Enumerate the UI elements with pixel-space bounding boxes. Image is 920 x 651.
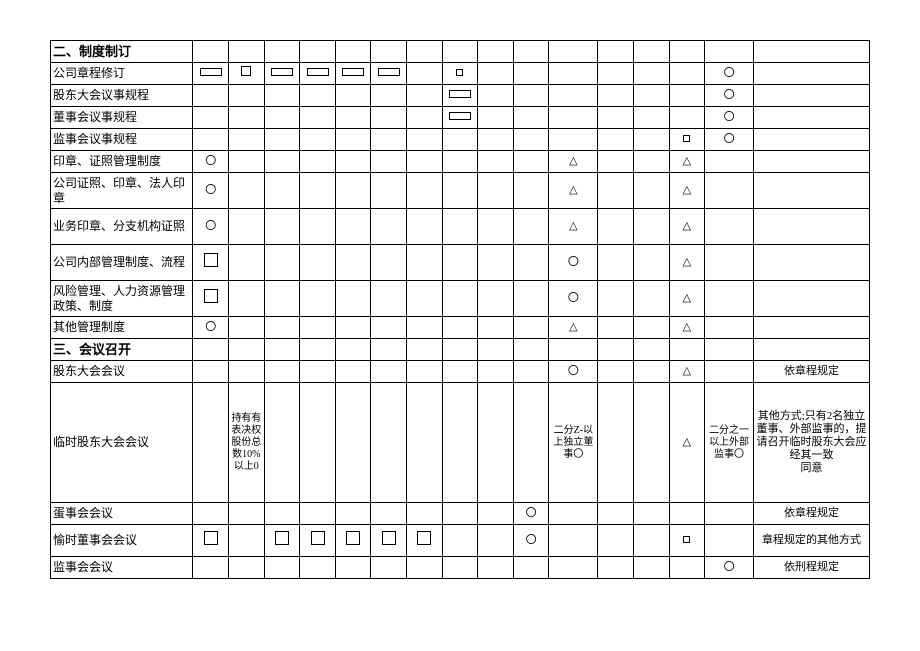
cell-mark bbox=[300, 63, 336, 85]
cell-mark: 〇 bbox=[193, 317, 229, 339]
row-label: 业务印章、分支机构证照 bbox=[51, 209, 193, 245]
cell-mark bbox=[406, 525, 442, 557]
row-label: 监事会议事规程 bbox=[51, 129, 193, 151]
cell-mark bbox=[669, 129, 705, 151]
table-row: 风险管理、人力资源管理政策、制度 〇 △ bbox=[51, 281, 870, 317]
cell-mark: △ bbox=[669, 209, 705, 245]
row-label: 愉时董事会会议 bbox=[51, 525, 193, 557]
cell-mark: 〇 bbox=[705, 557, 754, 579]
cell-mark bbox=[442, 107, 478, 129]
cell-mark bbox=[371, 525, 407, 557]
table-row: 业务印章、分支机构证照 〇 △ △ bbox=[51, 209, 870, 245]
cell-mark: 〇 bbox=[193, 151, 229, 173]
section-3-header: 三、会议召开 bbox=[51, 339, 193, 361]
row-label: 其他管理制度 bbox=[51, 317, 193, 339]
cell-mark: 〇 bbox=[705, 63, 754, 85]
cell-text: 二分之一以上外部监事〇 bbox=[705, 383, 754, 503]
table-row: 愉时董事会会议 〇 章程规定的其他方式 bbox=[51, 525, 870, 557]
cell-mark bbox=[193, 525, 229, 557]
section-row: 三、会议召开 bbox=[51, 339, 870, 361]
cell-mark: 〇 bbox=[549, 245, 598, 281]
row-label: 临时股东大会会议 bbox=[51, 383, 193, 503]
row-label: 公司证照、印章、法人印章 bbox=[51, 173, 193, 209]
cell-mark: △ bbox=[669, 383, 705, 503]
cell-mark: 〇 bbox=[549, 361, 598, 383]
row-label: 股东大会会议 bbox=[51, 361, 193, 383]
table-row: 公司证照、印章、法人印章 〇 △ △ bbox=[51, 173, 870, 209]
table-row: 监事会议事规程 〇 bbox=[51, 129, 870, 151]
cell-mark bbox=[264, 63, 300, 85]
cell-mark: 〇 bbox=[193, 173, 229, 209]
table-row: 临时股东大会会议 持有有表决权股份总数10%以上0 二分Z-以上独立董事〇 △ … bbox=[51, 383, 870, 503]
cell-mark: △ bbox=[669, 245, 705, 281]
table-row: 股东大会会议 〇 △ 依章程规定 bbox=[51, 361, 870, 383]
table-row: 董事会议事规程 〇 bbox=[51, 107, 870, 129]
cell-mark: △ bbox=[549, 209, 598, 245]
cell-mark bbox=[442, 63, 478, 85]
table-row: 蛋事会会议 〇 依章程规定 bbox=[51, 503, 870, 525]
table-row: 公司章程修订 〇 bbox=[51, 63, 870, 85]
cell-mark bbox=[229, 63, 265, 85]
cell-mark: △ bbox=[549, 317, 598, 339]
cell-mark bbox=[335, 525, 371, 557]
row-label: 风险管理、人力资源管理政策、制度 bbox=[51, 281, 193, 317]
cell-mark: △ bbox=[669, 173, 705, 209]
cell-mark bbox=[669, 525, 705, 557]
table-row: 印章、证照管理制度 〇 △ △ bbox=[51, 151, 870, 173]
section-row: 二、制度制订 bbox=[51, 41, 870, 63]
cell-mark bbox=[335, 63, 371, 85]
cell-text: 持有有表决权股份总数10%以上0 bbox=[229, 383, 265, 503]
cell-mark: 〇 bbox=[705, 129, 754, 151]
row-notes: 其他方式;只有2名独立董事、外部监事的，提请召开临时股东大会应经其一致 同意 bbox=[754, 383, 870, 503]
cell-mark bbox=[193, 245, 229, 281]
cell-mark: 〇 bbox=[513, 503, 549, 525]
row-notes: 章程规定的其他方式 bbox=[754, 525, 870, 557]
row-notes: 依刑程规定 bbox=[754, 557, 870, 579]
row-label: 公司内部管理制度、流程 bbox=[51, 245, 193, 281]
cell-mark: △ bbox=[669, 281, 705, 317]
cell-mark: △ bbox=[549, 173, 598, 209]
cell-mark bbox=[300, 525, 336, 557]
row-notes: 依章程规定 bbox=[754, 503, 870, 525]
section-2-header: 二、制度制订 bbox=[51, 41, 193, 63]
cell-mark: 〇 bbox=[705, 107, 754, 129]
row-label: 股东大会议事规程 bbox=[51, 85, 193, 107]
cell-mark bbox=[193, 281, 229, 317]
cell-mark: 〇 bbox=[705, 85, 754, 107]
cell-mark: 〇 bbox=[513, 525, 549, 557]
cell-mark: 〇 bbox=[549, 281, 598, 317]
row-label: 董事会议事规程 bbox=[51, 107, 193, 129]
row-label: 印章、证照管理制度 bbox=[51, 151, 193, 173]
cell-mark bbox=[371, 63, 407, 85]
cell-mark: △ bbox=[549, 151, 598, 173]
row-label: 蛋事会会议 bbox=[51, 503, 193, 525]
row-label: 公司章程修订 bbox=[51, 63, 193, 85]
table-row: 监事会会议 〇 依刑程规定 bbox=[51, 557, 870, 579]
cell-mark bbox=[264, 525, 300, 557]
cell-mark bbox=[442, 85, 478, 107]
cell-mark: △ bbox=[669, 317, 705, 339]
cell-mark: 〇 bbox=[193, 209, 229, 245]
cell-mark: △ bbox=[669, 151, 705, 173]
row-label: 监事会会议 bbox=[51, 557, 193, 579]
table-row: 公司内部管理制度、流程 〇 △ bbox=[51, 245, 870, 281]
table-row: 其他管理制度 〇 △ △ bbox=[51, 317, 870, 339]
cell-mark bbox=[193, 63, 229, 85]
authority-table: 二、制度制订 公司章程修订 〇 股东大会议事规程 〇 董事会议事规程 〇 bbox=[50, 40, 870, 579]
cell-mark: △ bbox=[669, 361, 705, 383]
table-row: 股东大会议事规程 〇 bbox=[51, 85, 870, 107]
table-wrapper: 二、制度制订 公司章程修订 〇 股东大会议事规程 〇 董事会议事规程 〇 bbox=[50, 40, 870, 579]
cell-text: 二分Z-以上独立董事〇 bbox=[549, 383, 598, 503]
row-notes: 依章程规定 bbox=[754, 361, 870, 383]
